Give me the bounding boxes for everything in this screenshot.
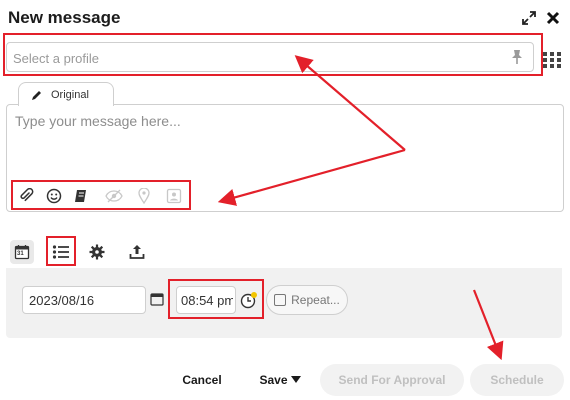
cancel-button[interactable]: Cancel — [172, 364, 232, 396]
repeat-checkbox[interactable] — [274, 294, 287, 306]
apps-grid-icon[interactable] — [543, 50, 561, 68]
tab-settings-gear-icon[interactable] — [85, 240, 109, 264]
profile-input[interactable] — [11, 43, 495, 73]
calendar-day-label: 31 — [17, 251, 24, 257]
location-icon[interactable] — [135, 187, 153, 205]
pin-icon[interactable] — [509, 49, 525, 65]
pencil-icon — [31, 89, 43, 101]
close-icon[interactable] — [544, 9, 562, 27]
profile-selector[interactable] — [6, 42, 534, 73]
attachment-icon[interactable] — [17, 187, 35, 205]
tab-upload-icon[interactable] — [125, 240, 149, 264]
save-button-label: Save — [259, 373, 288, 387]
contact-card-icon[interactable] — [165, 187, 183, 205]
schedule-panel: Repeat... — [6, 268, 562, 338]
clock-icon[interactable] — [240, 291, 258, 309]
tab-original[interactable]: Original — [18, 82, 114, 106]
schedule-button[interactable]: Schedule — [470, 364, 564, 396]
message-textarea[interactable] — [13, 111, 557, 175]
tab-original-label: Original — [51, 88, 89, 101]
date-picker-icon[interactable] — [150, 292, 164, 306]
save-button[interactable]: Save — [252, 364, 308, 396]
expand-icon[interactable] — [520, 9, 538, 27]
caret-down-icon — [290, 376, 301, 384]
dialog-title: New message — [8, 8, 121, 27]
repeat-button[interactable]: Repeat... — [266, 285, 348, 315]
preview-hidden-icon[interactable] — [105, 187, 123, 205]
emoji-icon[interactable] — [45, 187, 63, 205]
time-input[interactable] — [176, 286, 236, 314]
book-icon[interactable] — [73, 187, 91, 205]
tab-calendar[interactable]: 31 — [10, 240, 34, 264]
send-for-approval-button[interactable]: Send For Approval — [320, 364, 464, 396]
tab-list[interactable] — [49, 240, 73, 264]
repeat-label: Repeat... — [291, 293, 340, 307]
date-input[interactable] — [22, 286, 146, 314]
message-editor — [6, 104, 564, 212]
